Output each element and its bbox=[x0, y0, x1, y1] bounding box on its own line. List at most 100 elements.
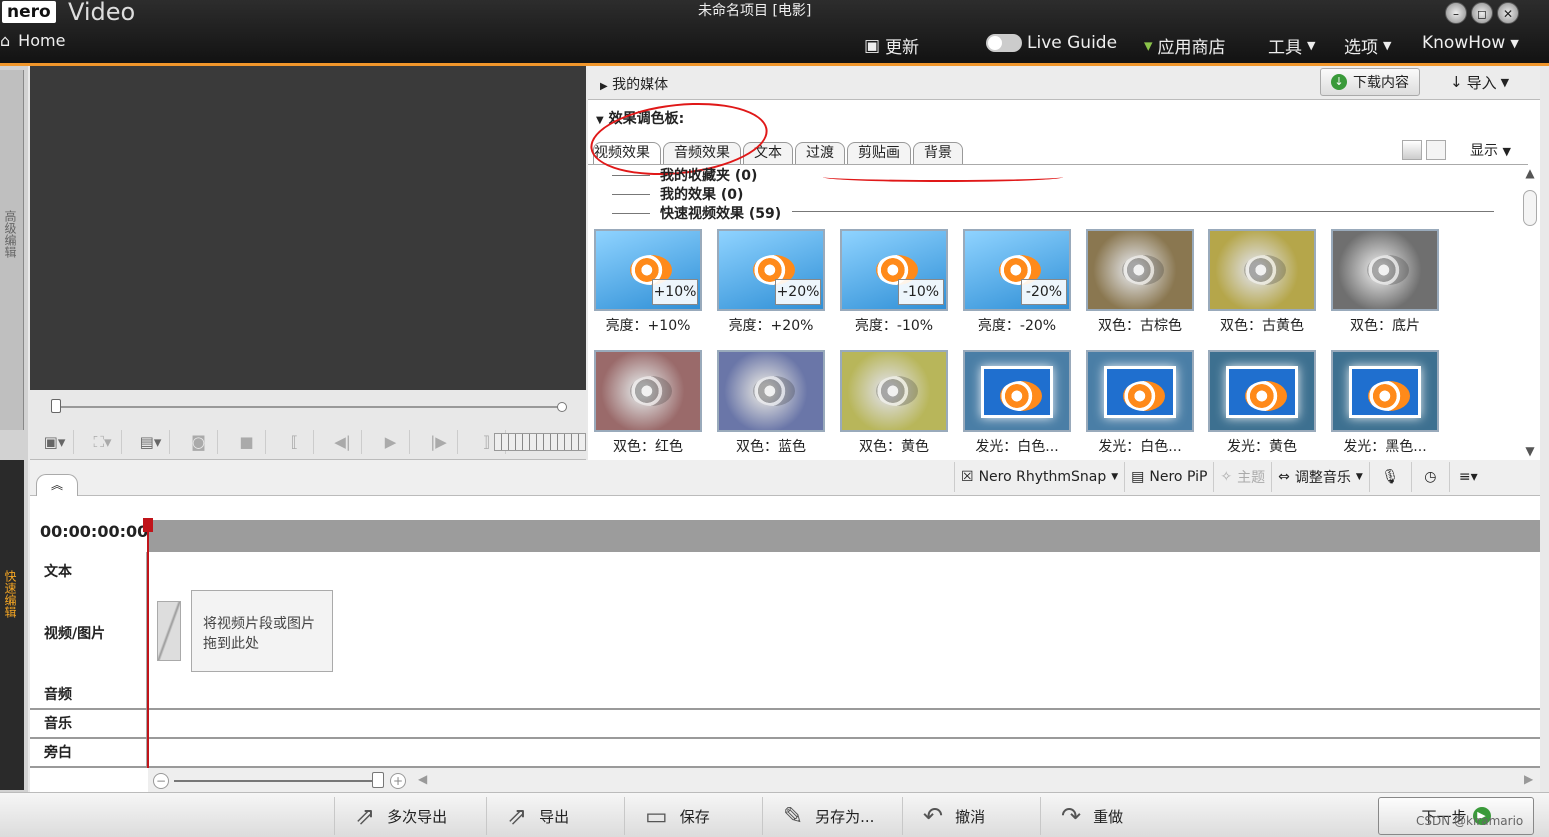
tab-clipart[interactable]: 剪贴画 bbox=[847, 142, 911, 164]
clownfish-icon bbox=[1244, 255, 1286, 285]
close-button[interactable]: ✕ bbox=[1497, 2, 1519, 24]
knowhow-menu[interactable]: KnowHow ▼ bbox=[1422, 33, 1519, 53]
effect-label: 双色：古黄色 bbox=[1220, 318, 1304, 334]
effect-thumbnail[interactable]: 发光：黄色 bbox=[1208, 350, 1316, 456]
download-content-button[interactable]: ↓ 下载内容 bbox=[1320, 68, 1420, 96]
microphone-button[interactable]: 🎙 bbox=[1368, 462, 1411, 492]
track-drop-grip bbox=[157, 601, 181, 661]
track-label-video: 视频/图片 bbox=[44, 626, 106, 642]
tab-transitions[interactable]: 过渡 bbox=[795, 142, 845, 164]
undo-button[interactable]: ↶ 撤消 bbox=[902, 797, 1005, 835]
play-icon[interactable]: ▶ bbox=[372, 430, 410, 454]
import-button[interactable]: ↓ 导入 ▼ bbox=[1440, 68, 1536, 96]
video-drop-zone[interactable]: 将视频片段或图片 拖到此处 bbox=[191, 590, 333, 672]
options-menu[interactable]: 选项 ▼ bbox=[1344, 33, 1391, 58]
effect-thumbnail[interactable]: 发光：白色... bbox=[963, 350, 1071, 456]
update-label: 更新 bbox=[885, 38, 920, 58]
home-link[interactable]: ⌂ Home bbox=[0, 31, 65, 50]
effect-badge: +10% bbox=[652, 279, 698, 305]
pip-button[interactable]: ▤ Nero PiP bbox=[1124, 462, 1213, 492]
toggle-switch-icon[interactable] bbox=[986, 34, 1022, 52]
fullscreen-icon[interactable]: ⛶▾ bbox=[84, 430, 122, 454]
tab-background[interactable]: 背景 bbox=[913, 142, 963, 164]
effect-thumbnail[interactable]: 双色：古棕色 bbox=[1086, 229, 1194, 335]
theme-button[interactable]: ✧ 主题 bbox=[1213, 462, 1271, 492]
adjust-music-label: 调整音乐 bbox=[1294, 470, 1351, 486]
save-as-button[interactable]: ✎ 另存为... bbox=[762, 797, 894, 835]
display-menu[interactable]: 显示 ▼ bbox=[1470, 140, 1511, 160]
stop-icon[interactable]: ■ bbox=[228, 430, 266, 454]
tools-menu[interactable]: 工具 ▼ bbox=[1268, 33, 1315, 58]
effect-thumbnail[interactable]: 双色：蓝色 bbox=[717, 350, 825, 456]
download-content-label: 下载内容 bbox=[1353, 75, 1409, 91]
effect-badge: -10% bbox=[898, 279, 944, 305]
zoom-in-icon[interactable]: + bbox=[390, 773, 406, 789]
my-media-toggle[interactable]: ▶ 我的媒体 bbox=[600, 74, 668, 94]
zoom-slider[interactable] bbox=[174, 780, 378, 782]
save-button[interactable]: ▭ 保存 bbox=[624, 797, 730, 835]
section-line bbox=[612, 174, 650, 176]
mark-in-icon[interactable]: ⟦ bbox=[276, 430, 314, 454]
effect-thumbnail[interactable]: +10% 亮度：+10% bbox=[594, 229, 702, 335]
redo-button[interactable]: ↷ 重做 bbox=[1040, 797, 1143, 835]
effect-thumbnail[interactable]: 双色：底片 bbox=[1331, 229, 1439, 335]
live-guide-toggle[interactable]: Live Guide bbox=[986, 33, 1117, 53]
zoom-out-icon[interactable]: − bbox=[153, 773, 169, 789]
clock-button[interactable]: ◷ bbox=[1410, 462, 1449, 492]
scroll-right-icon[interactable]: ▶ bbox=[1524, 772, 1533, 786]
section-favorites[interactable]: 我的收藏夹 (0) bbox=[612, 165, 757, 185]
redo-icon: ↷ bbox=[1061, 802, 1082, 830]
scroll-left-icon[interactable]: ◀ bbox=[418, 772, 427, 786]
timecode-display: 00:00:00:00 bbox=[40, 522, 149, 541]
multi-export-button[interactable]: ⇗ 多次导出 bbox=[334, 797, 467, 835]
rhythmsnap-button[interactable]: ☒ Nero RhythmSnap ▼ bbox=[954, 462, 1124, 492]
section-line bbox=[612, 193, 650, 195]
effect-thumbnail[interactable]: 双色：红色 bbox=[594, 350, 702, 456]
more-tools-button[interactable]: ≡▾ bbox=[1448, 462, 1487, 492]
effect-thumbnail[interactable]: 发光：白色... bbox=[1086, 350, 1194, 456]
camera-icon[interactable]: ◙ bbox=[180, 430, 218, 454]
step-forward-icon[interactable]: |▶ bbox=[420, 430, 458, 454]
playhead[interactable] bbox=[147, 520, 149, 768]
step-back-icon[interactable]: ◀| bbox=[324, 430, 362, 454]
list-view-icon[interactable] bbox=[1426, 140, 1446, 160]
maximize-button[interactable]: ◻ bbox=[1471, 2, 1493, 24]
drop-hint-line-1: 将视频片段或图片 bbox=[203, 616, 315, 632]
collapse-panel-button[interactable]: ︽ bbox=[36, 474, 78, 496]
scrubber-start-handle[interactable] bbox=[51, 399, 61, 413]
effect-thumbnail[interactable]: 发光：黑色... bbox=[1331, 350, 1439, 456]
preview-scrubber[interactable] bbox=[56, 406, 562, 408]
effect-preview-image bbox=[717, 350, 825, 432]
adjust-music-button[interactable]: ⇔ 调整音乐 ▼ bbox=[1271, 462, 1369, 492]
mini-timeline[interactable] bbox=[494, 433, 586, 451]
effect-thumbnail[interactable]: -20% 亮度：-20% bbox=[963, 229, 1071, 335]
scrubber-end-handle[interactable] bbox=[557, 402, 567, 412]
timeline-ruler[interactable] bbox=[148, 520, 1540, 552]
scroll-down-icon[interactable]: ▼ bbox=[1522, 444, 1538, 458]
app-store-button[interactable]: ▾ 应用商店 bbox=[1144, 33, 1226, 59]
chevron-down-icon: ▼ bbox=[1510, 36, 1519, 50]
quick-edit-tab[interactable] bbox=[0, 460, 24, 790]
zoom-slider-handle[interactable] bbox=[372, 772, 384, 788]
playhead-handle[interactable] bbox=[143, 518, 153, 532]
grid-view-icon[interactable] bbox=[1402, 140, 1422, 160]
track-label-audio: 音频 bbox=[44, 687, 72, 703]
monitor-icon[interactable]: ▣▾ bbox=[36, 430, 74, 454]
section-quick-effects[interactable]: 快速视频效果 (59) bbox=[612, 203, 781, 223]
effect-label: 发光：黑色... bbox=[1343, 439, 1427, 455]
scrollbar-thumb[interactable] bbox=[1523, 190, 1537, 226]
effect-thumbnail[interactable]: 双色：古黄色 bbox=[1208, 229, 1316, 335]
section-line bbox=[792, 211, 1494, 212]
update-button[interactable]: ▣ 更新 bbox=[864, 33, 920, 59]
section-my-effects[interactable]: 我的效果 (0) bbox=[612, 184, 743, 204]
effect-thumbnail[interactable]: 双色：黄色 bbox=[840, 350, 948, 456]
window-controls: – ◻ ✕ bbox=[1445, 2, 1519, 24]
film-strip-icon[interactable]: ▤▾ bbox=[132, 430, 170, 454]
scroll-up-icon[interactable]: ▲ bbox=[1522, 166, 1538, 180]
glow-frame bbox=[981, 366, 1053, 418]
effect-label: 亮度：+10% bbox=[605, 318, 691, 334]
export-button[interactable]: ⇗ 导出 bbox=[486, 797, 589, 835]
minimize-button[interactable]: – bbox=[1445, 2, 1467, 24]
effect-thumbnail[interactable]: -10% 亮度：-10% bbox=[840, 229, 948, 335]
effect-thumbnail[interactable]: +20% 亮度：+20% bbox=[717, 229, 825, 335]
